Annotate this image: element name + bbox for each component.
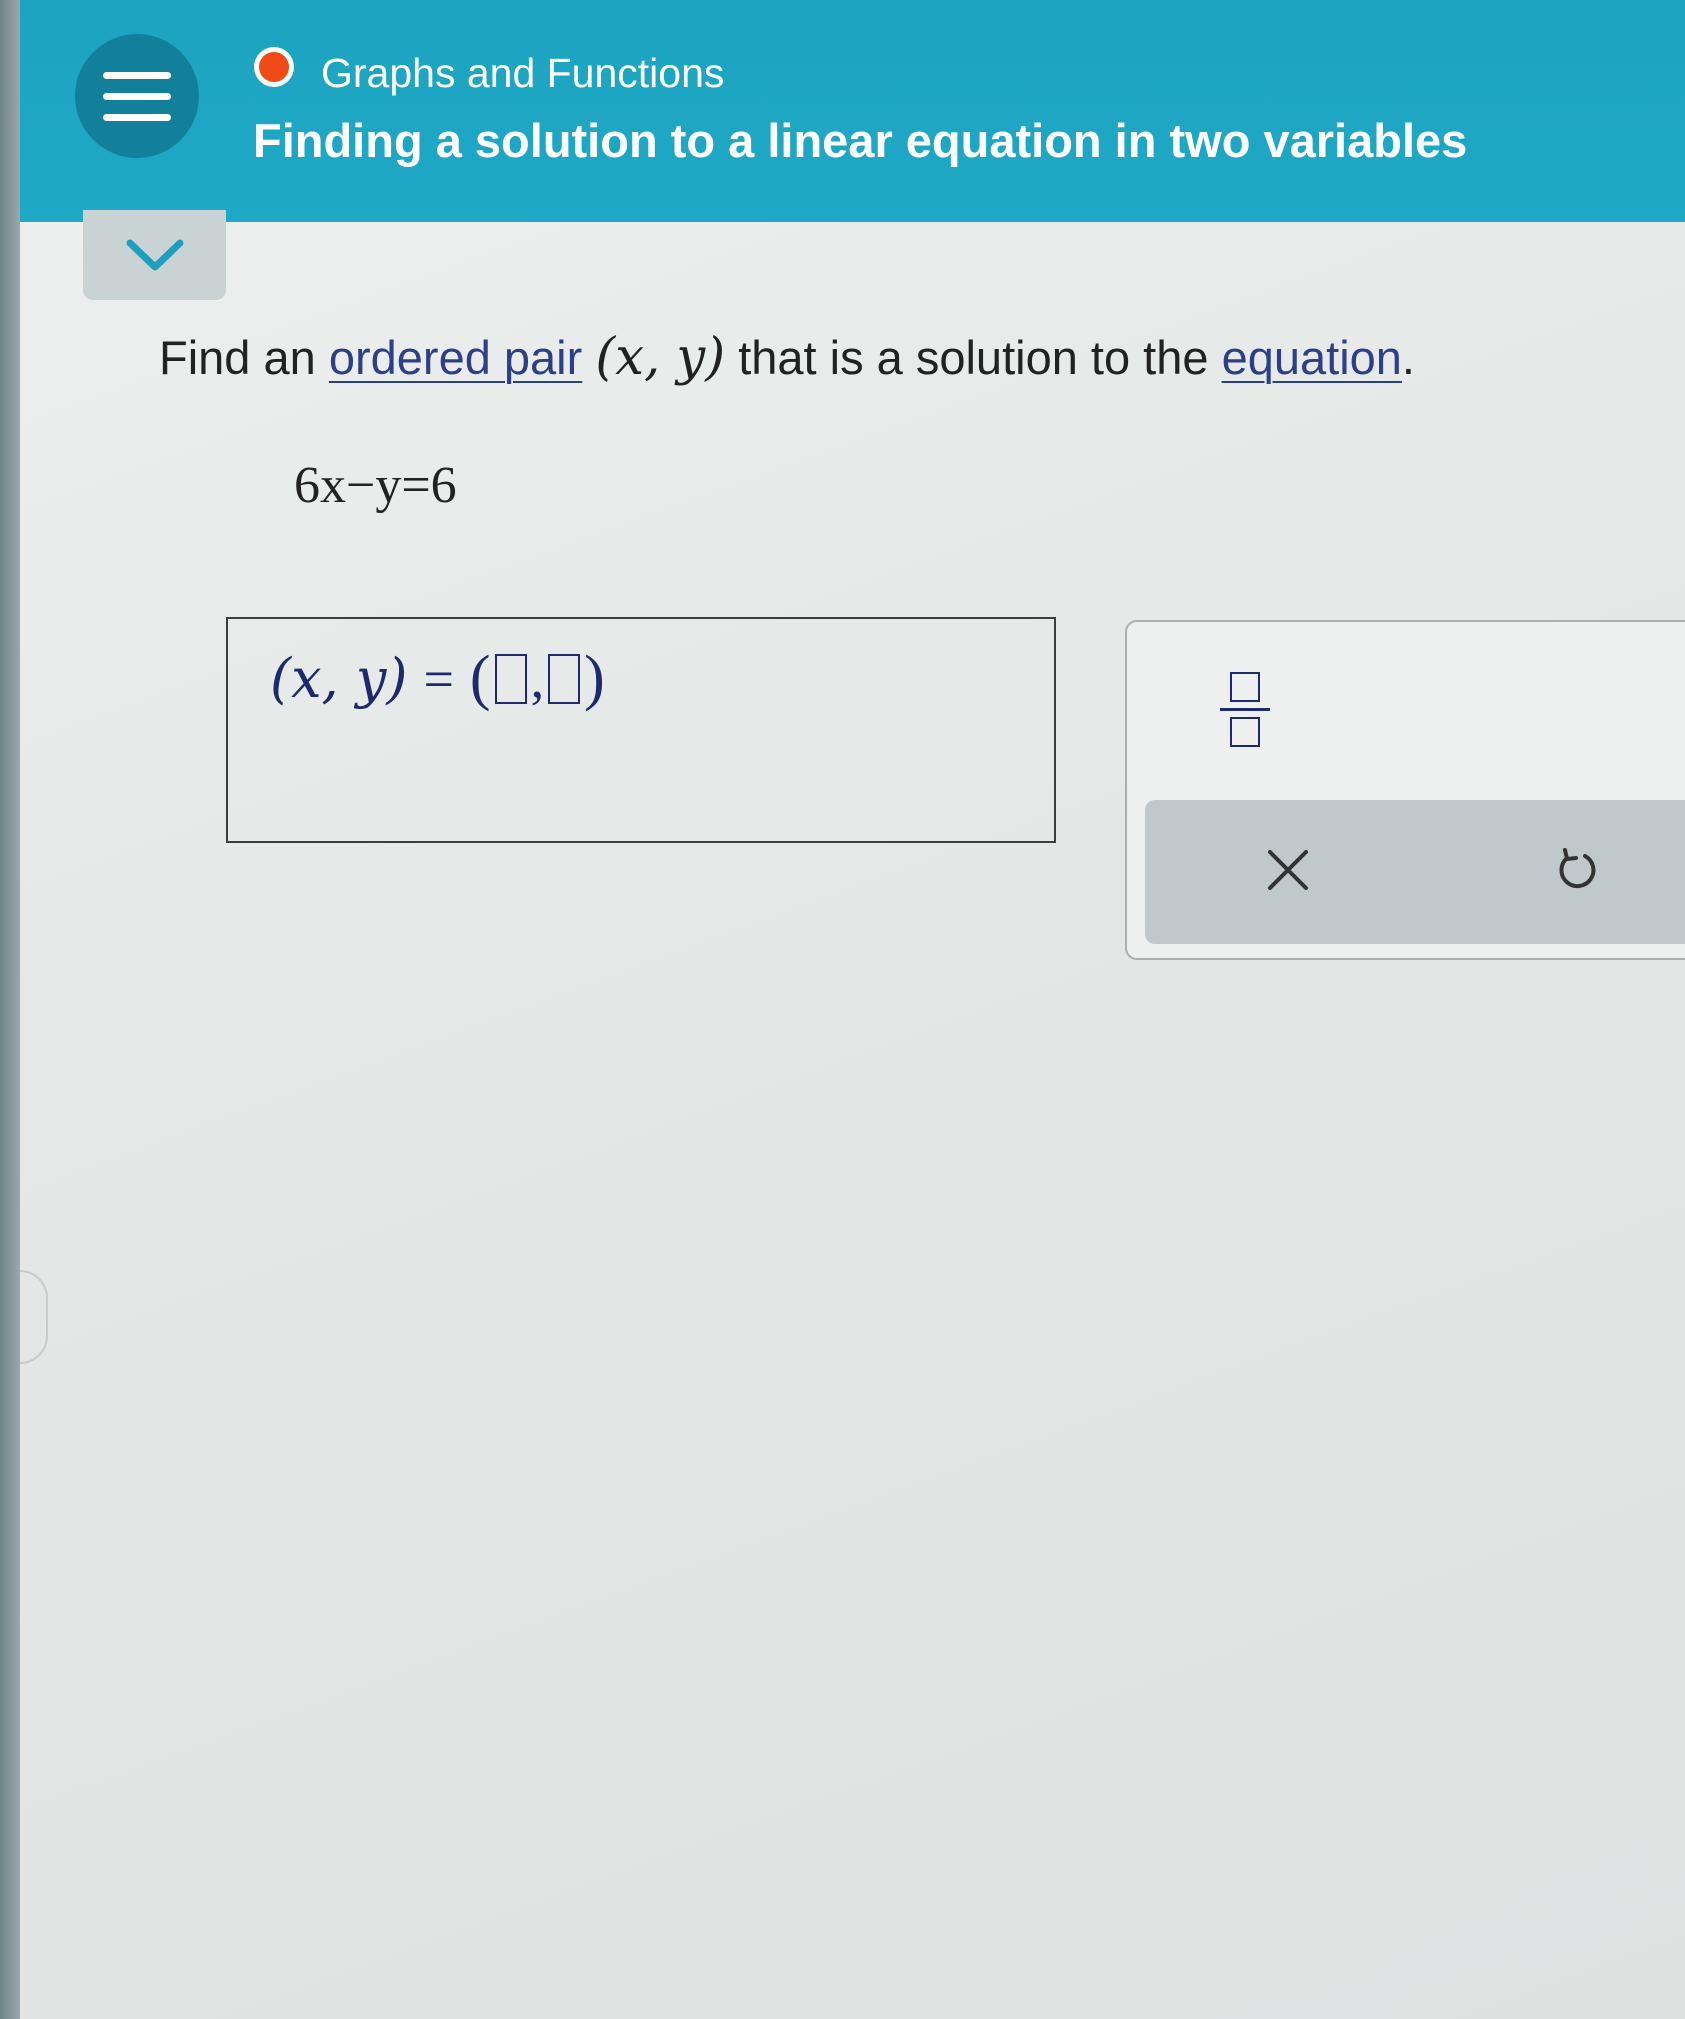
topic-status-dot xyxy=(259,52,289,82)
answer-lhs: (x, y) xyxy=(270,647,408,710)
equation: 6x−y=6 xyxy=(294,457,457,514)
edge-glare xyxy=(20,1270,48,1364)
chevron-down-icon xyxy=(126,239,183,271)
hamburger-menu-icon[interactable] xyxy=(75,34,199,158)
answer-box[interactable]: (x, y) = ( , ) xyxy=(226,617,1056,843)
equation-link[interactable]: equation xyxy=(1222,331,1402,384)
page-title: Finding a solution to a linear equation … xyxy=(253,114,1468,167)
fraction-icon[interactable] xyxy=(1213,664,1277,754)
menu-line xyxy=(103,113,171,121)
answer-comma: , xyxy=(530,648,545,709)
answer-close-paren: ) xyxy=(584,644,605,712)
denominator-box xyxy=(1230,716,1260,747)
header-bar: Graphs and Functions Finding a solution … xyxy=(20,0,1685,222)
menu-line xyxy=(103,92,171,100)
x-value-input[interactable] xyxy=(494,653,527,704)
question-prefix: Find an xyxy=(159,331,316,384)
answer-open-paren: ( xyxy=(469,644,491,712)
question-suffix: . xyxy=(1401,331,1415,384)
question-text: Find an ordered pair (x, y) that is a so… xyxy=(159,328,1415,387)
math-keypad xyxy=(1125,620,1685,960)
close-icon xyxy=(1268,850,1308,890)
menu-line xyxy=(103,71,171,79)
keypad-action-bar xyxy=(1145,800,1685,944)
clear-button[interactable] xyxy=(1258,840,1318,900)
numerator-box xyxy=(1230,671,1260,702)
screen-bezel xyxy=(0,0,20,2019)
y-value-input[interactable] xyxy=(548,653,581,704)
question-middle: that is a solution to the xyxy=(738,331,1209,384)
answer-equals: = xyxy=(423,648,454,709)
fraction-bar xyxy=(1220,707,1270,711)
undo-icon xyxy=(1559,848,1596,889)
topic-label: Graphs and Functions xyxy=(321,50,725,96)
answer-expression: (x, y) = ( , ) xyxy=(270,643,605,714)
screen: Graphs and Functions Finding a solution … xyxy=(20,0,1685,2019)
ordered-pair-link[interactable]: ordered pair xyxy=(329,331,582,384)
undo-button[interactable] xyxy=(1545,840,1605,900)
collapse-toggle-button[interactable] xyxy=(83,210,226,300)
ordered-pair-notation: (x, y) xyxy=(595,328,726,387)
